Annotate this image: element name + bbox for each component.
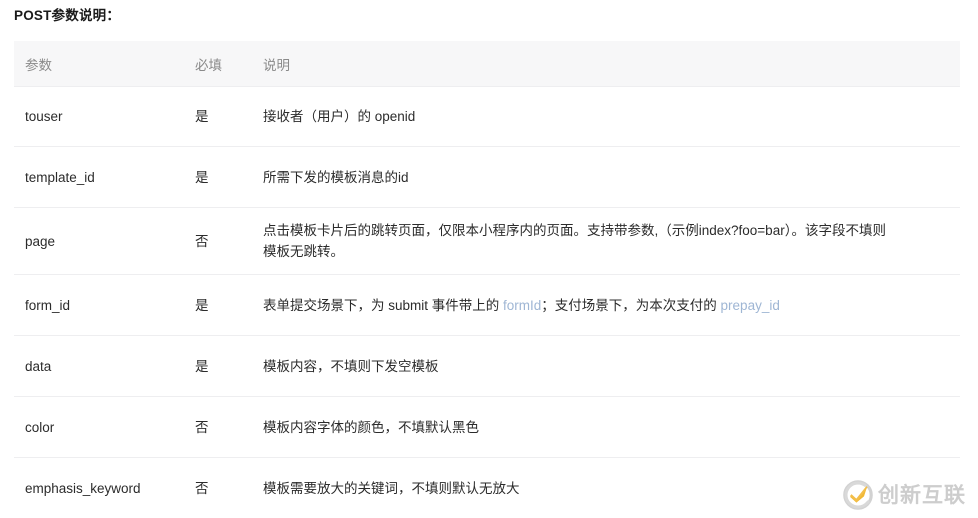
cell-param: data	[14, 335, 195, 397]
cell-param: page	[14, 207, 195, 275]
page-title: POST参数说明：	[14, 8, 121, 23]
description-text: 模板内容字体的颜色，不填默认黑色	[263, 419, 479, 435]
cell-required: 是	[195, 335, 263, 397]
description-text: 模板需要放大的关键词，不填则默认无放大	[263, 480, 520, 496]
table-row: data 是 模板内容，不填则下发空模板	[14, 335, 960, 397]
prepay-id-link[interactable]: prepay_id	[721, 298, 780, 313]
form-id-link[interactable]: formId	[503, 298, 541, 313]
table-row: touser 是 接收者（用户）的 openid	[14, 86, 960, 147]
params-table-container: 参数 必填 说明 touser 是 接收者（用户）的 openid templa…	[0, 41, 978, 518]
table-row: template_id 是 所需下发的模板消息的id	[14, 146, 960, 208]
cell-description: 模板需要放大的关键词，不填则默认无放大	[263, 457, 960, 518]
table-row: form_id 是 表单提交场景下，为 submit 事件带上的 formId；…	[14, 274, 960, 336]
description-text: 模板内容，不填则下发空模板	[263, 358, 439, 374]
column-header-param: 参数	[14, 41, 195, 87]
table-row: emphasis_keyword 否 模板需要放大的关键词，不填则默认无放大	[14, 457, 960, 518]
description-text: 所需下发的模板消息的id	[263, 169, 409, 185]
cell-param: template_id	[14, 146, 195, 208]
cell-param: form_id	[14, 274, 195, 336]
cell-required: 是	[195, 274, 263, 336]
table-header: 参数 必填 说明	[14, 41, 960, 87]
cell-description: 模板内容，不填则下发空模板	[263, 335, 960, 397]
cell-required: 否	[195, 396, 263, 458]
cell-param: touser	[14, 86, 195, 147]
column-header-required: 必填	[195, 41, 263, 87]
cell-param: emphasis_keyword	[14, 457, 195, 518]
cell-description: 所需下发的模板消息的id	[263, 146, 960, 208]
table-body: touser 是 接收者（用户）的 openid template_id 是 所…	[14, 86, 960, 518]
description-text-line1: 点击模板卡片后的跳转页面，仅限本小程序内的页面。支持带参数,（示例index?f…	[263, 223, 886, 238]
table-row: color 否 模板内容字体的颜色，不填默认黑色	[14, 396, 960, 458]
table-row: page 否 点击模板卡片后的跳转页面，仅限本小程序内的页面。支持带参数,（示例…	[14, 207, 960, 275]
cell-description: 点击模板卡片后的跳转页面，仅限本小程序内的页面。支持带参数,（示例index?f…	[263, 207, 960, 275]
post-params-table: 参数 必填 说明 touser 是 接收者（用户）的 openid templa…	[14, 41, 960, 518]
table-header-row: 参数 必填 说明	[14, 41, 960, 87]
cell-description: 模板内容字体的颜色，不填默认黑色	[263, 396, 960, 458]
cell-description: 接收者（用户）的 openid	[263, 86, 960, 147]
description-text-prefix: 表单提交场景下，为 submit 事件带上的	[263, 297, 504, 313]
description-text-middle: ；支付场景下，为本次支付的	[541, 297, 721, 313]
description-text: 接收者（用户）的 openid	[263, 109, 416, 124]
cell-param: color	[14, 396, 195, 458]
column-header-description: 说明	[263, 41, 960, 87]
cell-required: 是	[195, 146, 263, 208]
cell-required: 否	[195, 457, 263, 518]
cell-required: 否	[195, 207, 263, 275]
cell-required: 是	[195, 86, 263, 147]
cell-description: 表单提交场景下，为 submit 事件带上的 formId；支付场景下，为本次支…	[263, 274, 960, 336]
description-text-line2: 模板无跳转。	[263, 244, 344, 259]
